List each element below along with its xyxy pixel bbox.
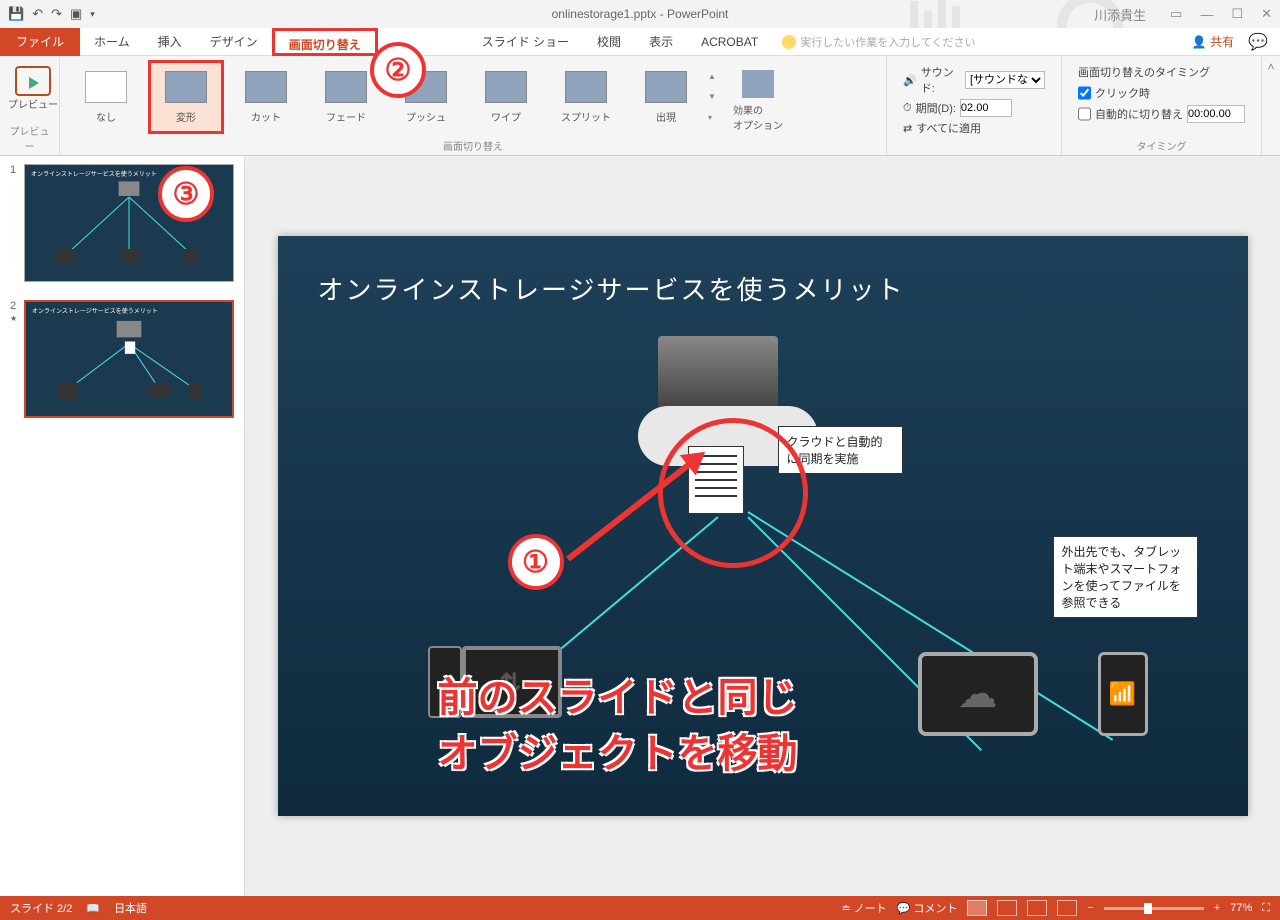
sound-icon: 🔊 bbox=[903, 74, 917, 87]
phone-graphic[interactable] bbox=[1098, 652, 1148, 736]
reading-view-icon[interactable] bbox=[1027, 900, 1047, 916]
save-icon[interactable]: 💾 bbox=[8, 6, 24, 22]
duration-input[interactable] bbox=[960, 99, 1012, 117]
vertical-scrollbar[interactable] bbox=[1262, 156, 1280, 896]
thumbnail-2[interactable]: オンラインストレージサービスを使うメリット bbox=[24, 300, 234, 418]
group-transitions-label: 画面切り替え bbox=[68, 138, 878, 155]
maximize-icon[interactable]: ☐ bbox=[1231, 6, 1243, 22]
duration-icon: ⏱ bbox=[903, 102, 912, 115]
effect-options-icon bbox=[742, 70, 774, 98]
tellme-search[interactable]: 実行したい作業を入力してください bbox=[782, 34, 975, 50]
comments-icon[interactable]: 💬 bbox=[1248, 32, 1268, 52]
annotation-badge-3: ③ bbox=[158, 166, 214, 222]
tab-review[interactable]: 校閲 bbox=[583, 28, 635, 56]
preview-icon bbox=[15, 66, 51, 96]
annotation-badge-1: ① bbox=[508, 534, 564, 590]
transition-wipe[interactable]: ワイプ bbox=[468, 60, 544, 134]
apply-all-button[interactable]: ⇄すべてに適用 bbox=[903, 120, 1045, 136]
effect-options-button[interactable]: 効果の オプション bbox=[728, 60, 788, 134]
group-timing-label: タイミング bbox=[1070, 138, 1253, 155]
thumb-number-1: 1 bbox=[10, 164, 24, 282]
ribbon-tabs: ファイル ホーム 挿入 デザイン 画面切り替え ② スライド ショー 校閲 表示… bbox=[0, 28, 1280, 56]
preview-button[interactable]: プレビュー bbox=[8, 60, 58, 111]
transition-morph[interactable]: 変形 bbox=[148, 60, 224, 134]
tab-transitions[interactable]: 画面切り替え bbox=[272, 28, 378, 56]
start-slideshow-icon[interactable]: ▣ bbox=[70, 6, 82, 22]
zoom-in-icon[interactable]: + bbox=[1214, 902, 1220, 914]
tab-file[interactable]: ファイル bbox=[0, 28, 80, 56]
thumb-number-2: 2★ bbox=[10, 300, 24, 418]
comments-button[interactable]: 💬 コメント bbox=[897, 900, 958, 916]
ribbon-options-icon[interactable]: ▭ bbox=[1170, 6, 1182, 22]
gallery-more-icon[interactable]: ▾ bbox=[708, 113, 724, 122]
share-button[interactable]: 👤 共有 bbox=[1192, 33, 1234, 50]
gallery-up-icon[interactable]: ▲ bbox=[708, 72, 724, 81]
gallery-down-icon[interactable]: ▼ bbox=[708, 92, 724, 101]
minimize-icon[interactable]: — bbox=[1200, 7, 1213, 22]
content-area: ③ 1 オンラインストレージサービスを使うメリット 2★ オンラインストレージサ… bbox=[0, 156, 1280, 896]
sorter-view-icon[interactable] bbox=[997, 900, 1017, 916]
callout-mobile[interactable]: 外出先でも、タブレット端末やスマートフォンを使ってファイルを参照できる bbox=[1053, 536, 1198, 618]
transition-cut[interactable]: カット bbox=[228, 60, 304, 134]
slide-thumbnails-panel: ③ 1 オンラインストレージサービスを使うメリット 2★ オンラインストレージサ… bbox=[0, 156, 245, 896]
slideshow-view-icon[interactable] bbox=[1057, 900, 1077, 916]
language-button[interactable]: 日本語 bbox=[114, 900, 147, 916]
statusbar: スライド 2/2 📖 日本語 ≐ ノート 💬 コメント − + 77% ⛶ bbox=[0, 896, 1280, 920]
slide-canvas-area[interactable]: オンラインストレージサービスを使うメリット クラウドと自動的に同期を実施 外出先… bbox=[245, 156, 1280, 896]
zoom-level[interactable]: 77% bbox=[1230, 902, 1252, 914]
zoom-slider[interactable] bbox=[1104, 907, 1204, 910]
slide-counter[interactable]: スライド 2/2 bbox=[10, 900, 72, 916]
auto-advance-checkbox[interactable] bbox=[1078, 105, 1091, 123]
normal-view-icon[interactable] bbox=[967, 900, 987, 916]
qat-more-icon[interactable]: ▾ bbox=[90, 9, 95, 20]
user-name[interactable]: 川添貴生 bbox=[1094, 5, 1146, 24]
slide-canvas[interactable]: オンラインストレージサービスを使うメリット クラウドと自動的に同期を実施 外出先… bbox=[278, 236, 1248, 816]
annotation-circle bbox=[658, 418, 808, 568]
zoom-out-icon[interactable]: − bbox=[1087, 902, 1093, 914]
tab-home[interactable]: ホーム bbox=[80, 28, 144, 56]
tab-design[interactable]: デザイン bbox=[196, 28, 272, 56]
fit-window-icon[interactable]: ⛶ bbox=[1262, 902, 1270, 915]
annotation-badge-2: ② bbox=[370, 42, 426, 98]
transition-reveal[interactable]: 出現 bbox=[628, 60, 704, 134]
auto-advance-input[interactable] bbox=[1187, 105, 1245, 123]
tab-view[interactable]: 表示 bbox=[635, 28, 687, 56]
annotation-text: 前のスライドと同じオブジェクトを移動 bbox=[438, 670, 798, 782]
ribbon: プレビュー プレビュー なし 変形 カット フェード プッシュ ワイプ スプリッ… bbox=[0, 56, 1280, 156]
transition-none[interactable]: なし bbox=[68, 60, 144, 134]
tab-slideshow[interactable]: スライド ショー bbox=[468, 28, 583, 56]
tablet-graphic[interactable] bbox=[918, 652, 1038, 736]
bulb-icon bbox=[782, 35, 796, 49]
redo-icon[interactable]: ↷ bbox=[51, 6, 62, 22]
transition-split[interactable]: スプリット bbox=[548, 60, 624, 134]
tab-acrobat[interactable]: ACROBAT bbox=[687, 28, 772, 56]
tab-insert[interactable]: 挿入 bbox=[144, 28, 196, 56]
titlebar: 💾 ↶ ↷ ▣ ▾ onlinestorage1.pptx - PowerPoi… bbox=[0, 0, 1280, 28]
slide-title[interactable]: オンラインストレージサービスを使うメリット bbox=[318, 270, 905, 307]
collapse-ribbon-icon[interactable]: ˄ bbox=[1267, 60, 1274, 74]
on-click-checkbox[interactable] bbox=[1078, 84, 1091, 102]
undo-icon[interactable]: ↶ bbox=[32, 6, 43, 22]
close-icon[interactable]: ✕ bbox=[1261, 6, 1272, 22]
spellcheck-icon[interactable]: 📖 bbox=[86, 902, 100, 915]
timing-title: 画面切り替えのタイミング bbox=[1078, 64, 1245, 80]
group-preview-label: プレビュー bbox=[8, 123, 51, 155]
notes-button[interactable]: ≐ ノート bbox=[841, 900, 886, 916]
window-title: onlinestorage1.pptx - PowerPoint bbox=[552, 7, 729, 21]
sound-select[interactable]: [サウンドなし] bbox=[965, 71, 1045, 89]
